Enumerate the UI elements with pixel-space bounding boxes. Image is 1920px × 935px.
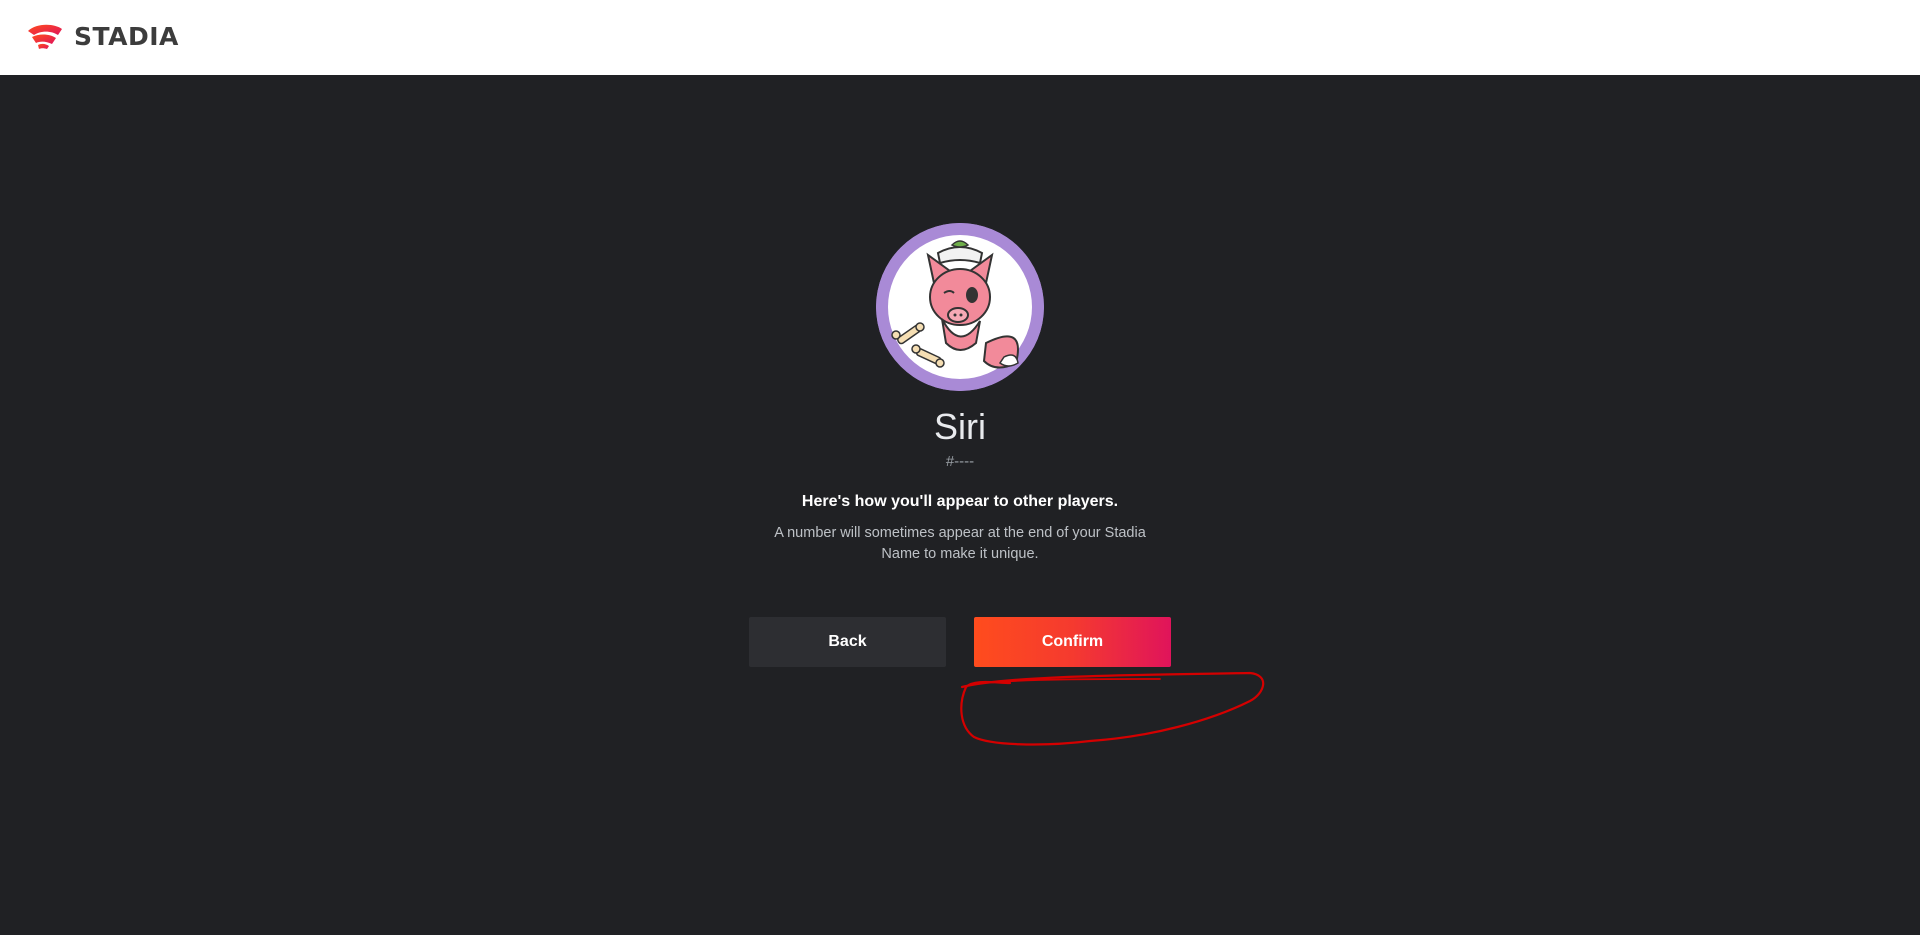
brand-name: STADIA <box>74 21 179 51</box>
stadia-logo[interactable]: STADIA <box>26 20 179 52</box>
uniqueness-description: A number will sometimes appear at the en… <box>774 525 1146 562</box>
stadia-logo-icon <box>28 24 62 49</box>
appearance-heading: Here's how you'll appear to other player… <box>801 493 1119 510</box>
confirm-button[interactable]: Confirm <box>974 617 1171 667</box>
top-bar: STADIA <box>0 0 1920 75</box>
display-name: Siri <box>934 406 986 447</box>
back-button[interactable]: Back <box>749 617 946 667</box>
name-tag: #---- <box>945 453 975 470</box>
pink-fox-avatar-icon <box>876 223 1044 391</box>
profile-avatar <box>876 223 1044 391</box>
